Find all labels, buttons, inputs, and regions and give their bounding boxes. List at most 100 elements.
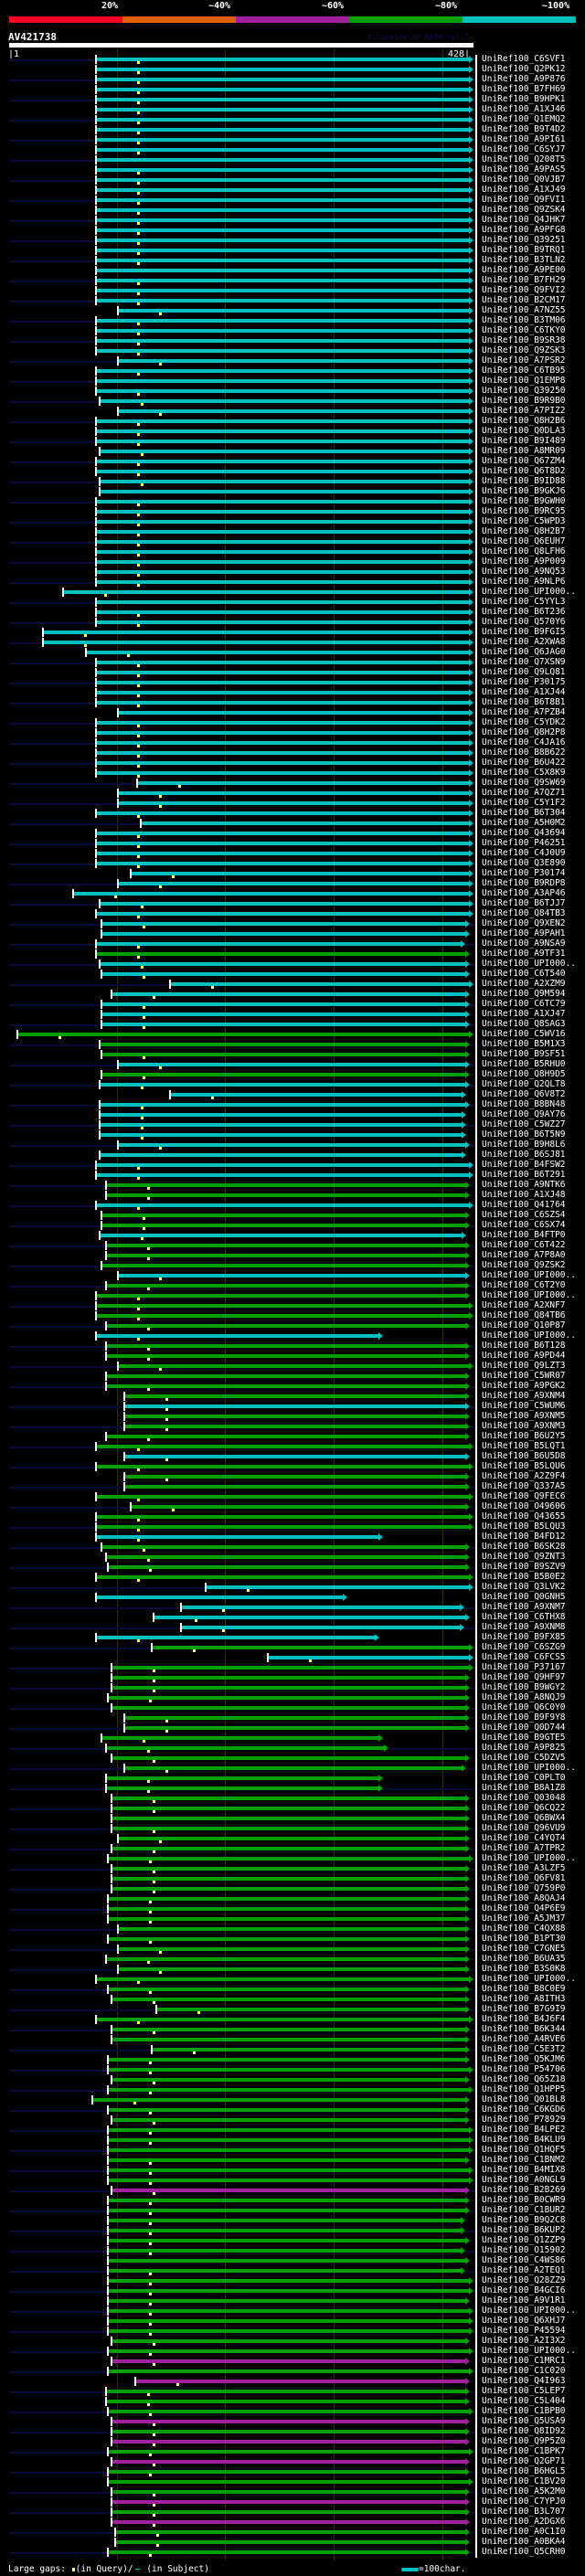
hit-bar[interactable] (101, 1224, 465, 1227)
hit-bar[interactable] (134, 2380, 465, 2383)
hit-bar[interactable] (117, 882, 470, 885)
hit-label-link[interactable]: UniRef100_A9XNM8 (482, 1622, 566, 1632)
hit-bar[interactable] (108, 2450, 470, 2454)
hit-bar[interactable] (108, 1857, 470, 1860)
hit-label-link[interactable]: UniRef100_UPI000.. (482, 587, 576, 597)
hit-bar[interactable] (95, 188, 470, 192)
hit-label-link[interactable]: UniRef100_A0BKA4 (482, 2537, 566, 2547)
hit-label-link[interactable]: UniRef100_Q9FVI1 (482, 195, 566, 205)
hit-label-link[interactable]: UniRef100_Q0VJB7 (482, 175, 566, 185)
hit-bar[interactable] (105, 1384, 465, 1388)
hit-bar[interactable] (95, 329, 470, 333)
hit-label-link[interactable]: UniRef100_A7NZ55 (482, 305, 566, 315)
hit-label-link[interactable]: UniRef100_A2DGX6 (482, 2517, 566, 2527)
hit-label-link[interactable]: UniRef100_Q9ZSK4 (482, 205, 566, 215)
hit-label-link[interactable]: UniRef100_P45594 (482, 2326, 566, 2336)
hit-bar[interactable] (95, 319, 470, 323)
hit-label-link[interactable]: UniRef100_A2Z9F4 (482, 1471, 566, 1481)
hit-label-link[interactable]: UniRef100_B5RHU0 (482, 1059, 566, 1069)
hit-bar[interactable] (101, 922, 465, 926)
hit-bar[interactable] (101, 1023, 465, 1026)
hit-label-link[interactable]: UniRef100_C5DZV5 (482, 1753, 566, 1763)
hit-bar[interactable] (108, 1565, 465, 1569)
hit-bar[interactable] (101, 972, 465, 976)
hit-bar[interactable] (111, 2460, 465, 2464)
hit-bar[interactable] (95, 239, 470, 242)
hit-bar[interactable] (117, 1947, 465, 1951)
hit-label-link[interactable]: UniRef100_A8MR09 (482, 446, 566, 456)
hit-bar[interactable] (105, 1284, 465, 1288)
hit-bar[interactable] (105, 2390, 465, 2393)
hit-label-link[interactable]: UniRef100_B8C0E9 (482, 1984, 566, 1994)
hit-bar[interactable] (99, 1103, 465, 1107)
hit-label-link[interactable]: UniRef100_B9TRQ1 (482, 245, 566, 255)
hit-label-link[interactable]: UniRef100_B5B0E2 (482, 1572, 566, 1582)
hit-label-link[interactable]: UniRef100_B9FGI5 (482, 627, 566, 637)
hit-bar[interactable] (111, 2189, 465, 2192)
hit-label-link[interactable]: UniRef100_A1XJ44 (482, 687, 566, 697)
hit-label-link[interactable]: UniRef100_Q337A5 (482, 1481, 566, 1491)
hit-label-link[interactable]: UniRef100_Q6EUH7 (482, 536, 566, 546)
hit-bar[interactable] (111, 1666, 470, 1670)
hit-label-link[interactable]: UniRef100_C6SZS4 (482, 1210, 566, 1220)
hit-bar[interactable] (108, 1917, 465, 1921)
hit-label-link[interactable]: UniRef100_Q5CRH0 (482, 2547, 566, 2557)
hit-label-link[interactable]: UniRef100_B9F9Y8 (482, 1712, 566, 1723)
hit-bar[interactable] (105, 1193, 465, 1197)
hit-bar[interactable] (111, 2359, 465, 2363)
hit-label-link[interactable]: UniRef100_C5Y1F2 (482, 798, 566, 808)
hit-label-link[interactable]: UniRef100_C0PLT0 (482, 1773, 566, 1783)
hit-label-link[interactable]: UniRef100_B9SR38 (482, 335, 566, 345)
hit-label-link[interactable]: UniRef100_Q84TB3 (482, 908, 566, 918)
hit-bar[interactable] (111, 1706, 465, 1710)
hit-label-link[interactable]: UniRef100_A9PE00 (482, 265, 566, 275)
hit-label-link[interactable]: UniRef100_C5WR07 (482, 1371, 566, 1381)
hit-label-link[interactable]: UniRef100_B5M1X3 (482, 1039, 566, 1049)
hit-label-link[interactable]: UniRef100_O49606 (482, 1501, 566, 1511)
hit-bar[interactable] (95, 1173, 470, 1177)
hit-bar[interactable] (95, 912, 470, 916)
hit-label-link[interactable]: UniRef100_B3L707 (482, 2507, 566, 2517)
hit-label-link[interactable]: UniRef100_UPI000.. (482, 959, 576, 969)
hit-bar[interactable] (95, 570, 470, 574)
hit-bar[interactable] (108, 2319, 470, 2323)
hit-label-link[interactable]: UniRef100_Q5USA9 (482, 2416, 566, 2426)
hit-label-link[interactable]: UniRef100_A9XNM5 (482, 1411, 566, 1421)
hit-bar[interactable] (95, 1163, 470, 1167)
hit-label-link[interactable]: UniRef100_B1PT30 (482, 1934, 566, 1944)
hit-bar[interactable] (108, 2329, 470, 2333)
hit-bar[interactable] (117, 1063, 465, 1066)
hit-label-link[interactable]: UniRef100_P30174 (482, 868, 566, 878)
hit-bar[interactable] (95, 510, 470, 514)
hit-label-link[interactable]: UniRef100_A0NGL9 (482, 2175, 566, 2185)
hit-label-link[interactable]: UniRef100_C4QX88 (482, 1924, 566, 1934)
hit-label-link[interactable]: UniRef100_Q9ZSK2 (482, 1260, 566, 1270)
hit-bar[interactable] (95, 661, 470, 664)
hit-label-link[interactable]: UniRef100_Q39250 (482, 386, 566, 396)
hit-label-link[interactable]: UniRef100_B7FH29 (482, 275, 566, 285)
hit-label-link[interactable]: UniRef100_C5YYL3 (482, 597, 566, 607)
hit-label-link[interactable]: UniRef100_UPI000.. (482, 2306, 576, 2316)
hit-bar[interactable] (95, 560, 470, 564)
hit-bar[interactable] (95, 761, 470, 765)
hit-bar[interactable] (95, 178, 470, 182)
hit-label-link[interactable]: UniRef100_C4J0U9 (482, 848, 566, 858)
hit-bar[interactable] (111, 1676, 465, 1680)
hit-label-link[interactable]: UniRef100_C1MRC1 (482, 2356, 566, 2366)
hit-label-link[interactable]: UniRef100_C5L404 (482, 2396, 566, 2406)
hit-label-link[interactable]: UniRef100_A8NQJ9 (482, 1692, 566, 1702)
hit-label-link[interactable]: UniRef100_A9XNM7 (482, 1602, 566, 1612)
hit-bar[interactable] (17, 1033, 470, 1036)
hit-label-link[interactable]: UniRef100_A9P009 (482, 557, 566, 567)
hit-label-link[interactable]: UniRef100_C6FCS5 (482, 1652, 566, 1662)
hit-bar[interactable] (108, 2138, 470, 2142)
hit-label-link[interactable]: UniRef100_B9RDP8 (482, 878, 566, 888)
hit-label-link[interactable]: UniRef100_B6U2Y5 (482, 1431, 566, 1441)
hit-bar[interactable] (101, 1545, 465, 1549)
hit-label-link[interactable]: UniRef100_Q6V8T2 (482, 1089, 566, 1099)
hit-label-link[interactable]: UniRef100_Q8LFH6 (482, 546, 566, 557)
hit-label-link[interactable]: UniRef100_C5E3T2 (482, 2044, 566, 2054)
hit-label-link[interactable]: UniRef100_A7PIZ2 (482, 406, 566, 416)
hit-bar[interactable] (95, 610, 470, 614)
hit-label-link[interactable]: UniRef100_B7FH69 (482, 84, 566, 94)
